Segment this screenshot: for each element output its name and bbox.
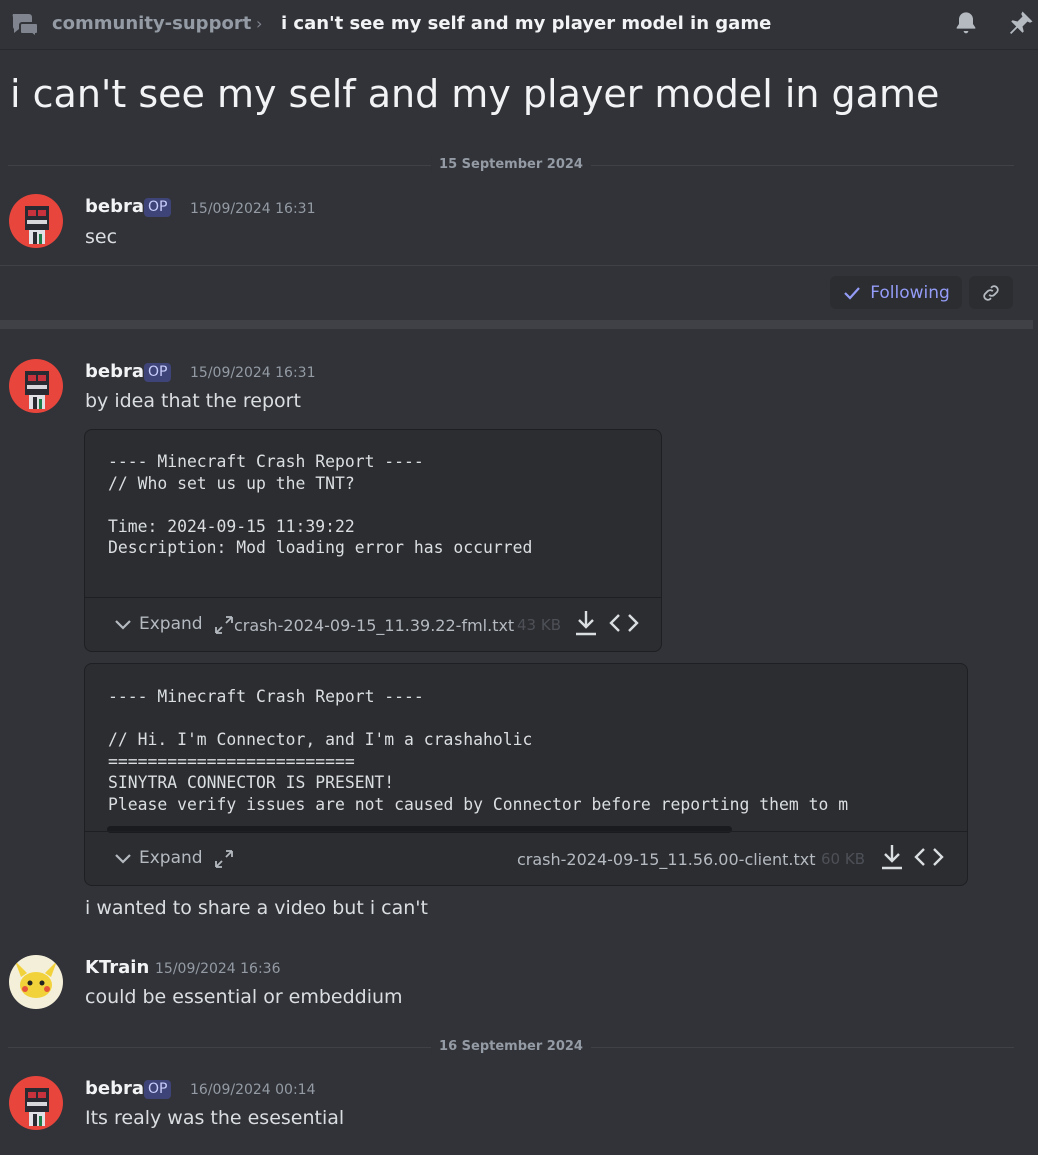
op-badge: OP — [144, 1080, 172, 1099]
forum-channel-icon[interactable] — [10, 10, 40, 39]
avatar[interactable] — [9, 359, 63, 413]
op-badge: OP — [144, 363, 172, 382]
fullscreen-icon[interactable] — [213, 614, 235, 640]
expand-button[interactable]: Expand — [113, 614, 203, 634]
breadcrumb-separator: › — [256, 14, 263, 33]
following-label: Following — [870, 282, 950, 303]
view-source-icon[interactable] — [609, 611, 639, 639]
author-name[interactable]: bebra — [85, 1078, 144, 1099]
chevron-down-icon — [115, 854, 131, 864]
file-preview-footer: Expand crash-2024-09-15_11.39.22-fml.txt… — [85, 597, 661, 651]
file-name[interactable]: crash-2024-09-15_11.39.22-fml.txt — [234, 616, 514, 635]
link-icon — [983, 284, 999, 301]
message-text: by idea that the report — [85, 390, 301, 412]
avatar[interactable] — [9, 1076, 63, 1130]
breadcrumb-thread-title: i can't see my self and my player model … — [281, 13, 772, 34]
breadcrumb-channel[interactable]: community-support — [52, 13, 251, 34]
copy-link-button[interactable] — [969, 276, 1013, 309]
date-divider-label: 15 September 2024 — [431, 157, 591, 172]
file-preview: ---- Minecraft Crash Report ---- // Hi. … — [84, 663, 968, 886]
message-text: sec — [85, 226, 118, 248]
expand-label: Expand — [139, 614, 203, 634]
thread-header: community-support › i can't see my self … — [0, 0, 1038, 50]
file-size: 43 KB — [517, 616, 561, 634]
following-button[interactable]: Following — [830, 276, 962, 309]
timestamp: 15/09/2024 16:36 — [155, 961, 281, 977]
file-name[interactable]: crash-2024-09-15_11.56.00-client.txt — [517, 850, 815, 869]
date-divider-label: 16 September 2024 — [431, 1039, 591, 1054]
download-icon[interactable] — [573, 609, 599, 641]
thread-title: i can't see my self and my player model … — [10, 72, 940, 116]
message-text: could be essential or embeddium — [85, 986, 403, 1008]
timestamp: 15/09/2024 16:31 — [190, 365, 316, 381]
check-icon — [844, 286, 861, 300]
download-icon[interactable] — [879, 843, 905, 875]
starter-divider — [0, 265, 1038, 266]
avatar[interactable] — [9, 955, 63, 1009]
file-preview: ---- Minecraft Crash Report ---- // Who … — [84, 429, 662, 652]
file-preview-content: ---- Minecraft Crash Report ---- // Who … — [108, 452, 533, 557]
expand-label: Expand — [139, 848, 203, 868]
view-source-icon[interactable] — [914, 845, 944, 873]
op-badge: OP — [144, 198, 172, 217]
file-preview-footer: Expand crash-2024-09-15_11.56.00-client.… — [85, 831, 967, 885]
timestamp: 15/09/2024 16:31 — [190, 201, 316, 217]
file-preview-content: ---- Minecraft Crash Report ---- // Hi. … — [108, 687, 849, 814]
file-size: 60 KB — [821, 850, 865, 868]
author-name[interactable]: bebra — [85, 361, 144, 382]
fullscreen-icon[interactable] — [213, 848, 235, 874]
message-text: Its realy was the esesential — [85, 1107, 345, 1129]
author-name[interactable]: KTrain — [85, 957, 149, 978]
thread-separator — [0, 320, 1033, 329]
timestamp: 16/09/2024 00:14 — [190, 1082, 316, 1098]
author-name[interactable]: bebra — [85, 196, 144, 217]
avatar[interactable] — [9, 194, 63, 248]
pin-icon[interactable] — [1004, 8, 1036, 40]
expand-button[interactable]: Expand — [113, 848, 203, 868]
chevron-down-icon — [115, 620, 131, 630]
message-text: i wanted to share a video but i can't — [85, 897, 428, 919]
notification-bell-icon[interactable] — [950, 8, 982, 40]
